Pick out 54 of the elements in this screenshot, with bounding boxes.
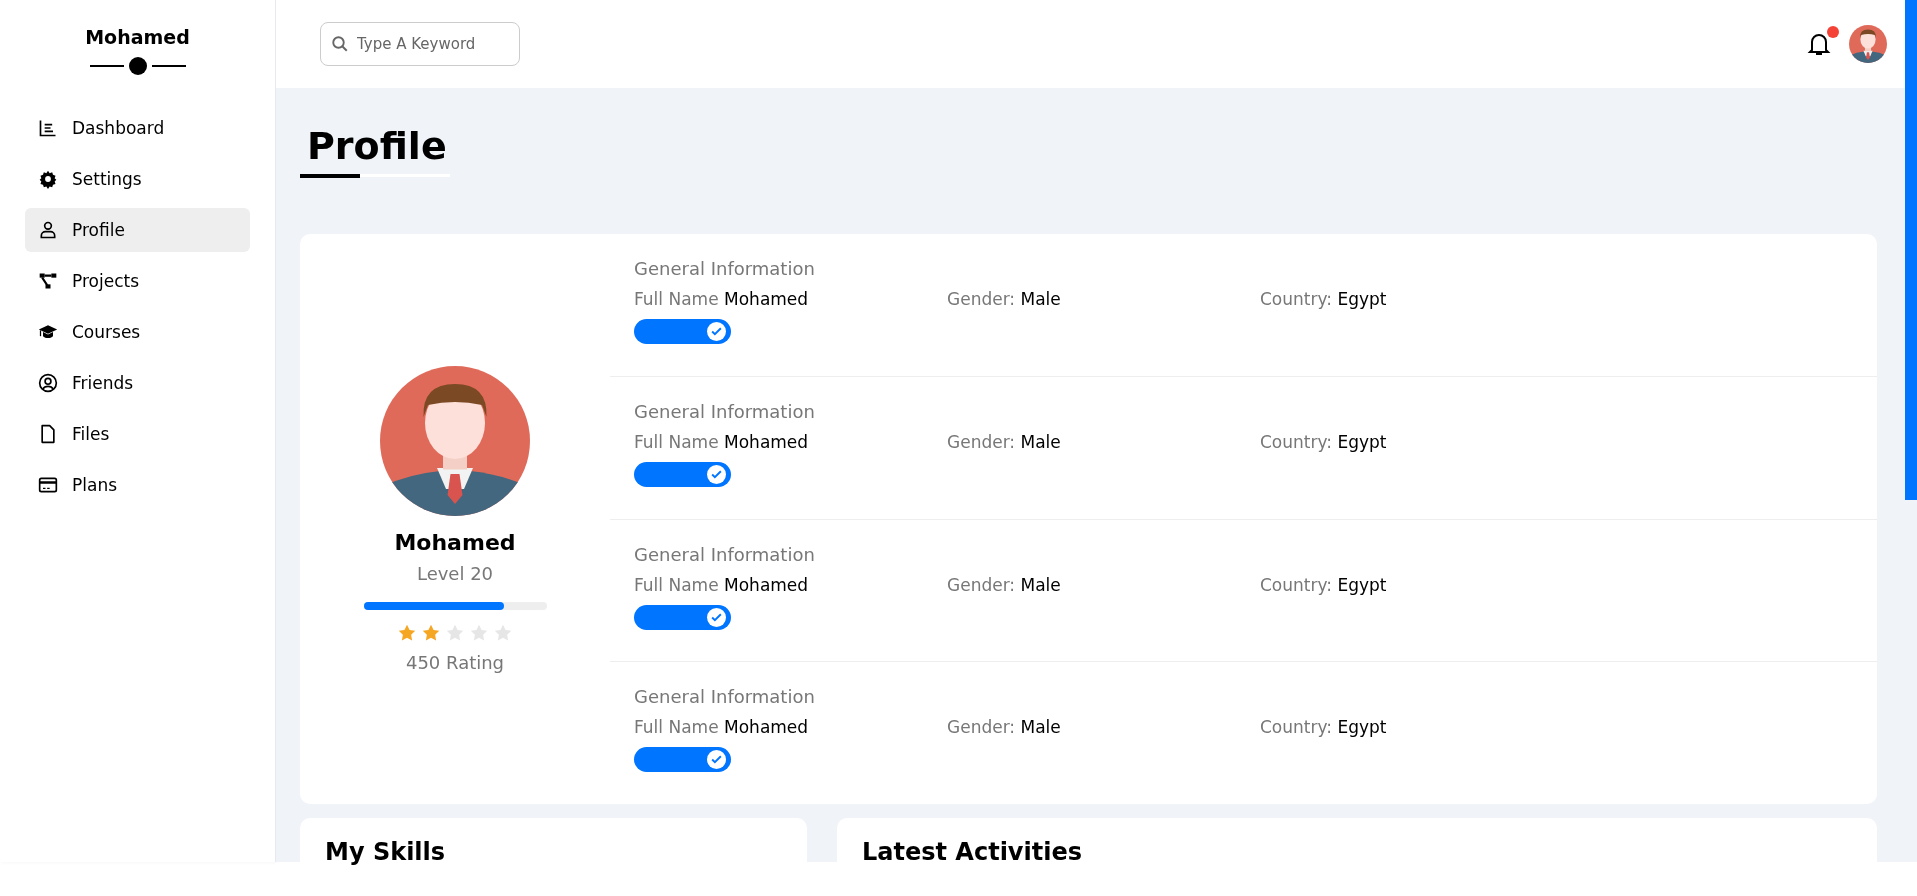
scrollbar-thumb[interactable] <box>1905 0 1917 500</box>
sidebar-item[interactable]: Projects <box>25 259 250 303</box>
toggle-switch[interactable] <box>634 604 731 630</box>
sidebar-item[interactable]: Plans <box>25 463 250 507</box>
info-field: Country: Egypt <box>1260 717 1573 738</box>
sidebar-item[interactable]: Dashboard <box>25 106 250 150</box>
rating-count: 450 Rating <box>405 651 505 673</box>
sidebar-item[interactable]: Profile <box>25 208 250 252</box>
sidebar-item[interactable]: Settings <box>25 157 250 201</box>
sidebar-item[interactable]: Files <box>25 412 250 456</box>
search-field[interactable]: Type A Keyword <box>320 22 520 66</box>
info-field: Full Name Mohamed <box>634 574 947 595</box>
star-icon <box>422 623 440 642</box>
sidebar-item[interactable]: Friends <box>25 361 250 405</box>
info-field: Full Name Mohamed <box>634 431 947 452</box>
profile-level: Level 20 <box>416 562 494 584</box>
info-field: Gender: Male <box>947 717 1260 738</box>
info-field: Full Name Mohamed <box>634 717 947 738</box>
check-icon <box>710 325 723 338</box>
section-title: General Information <box>634 400 816 422</box>
star-icon <box>470 623 488 642</box>
toggle-switch[interactable] <box>634 747 731 773</box>
user-icon <box>38 220 58 240</box>
panel-title: My Skills <box>325 838 447 867</box>
nodes-icon <box>38 271 58 291</box>
info-field: Country: Egypt <box>1260 431 1573 452</box>
notification-bell-icon[interactable] <box>1807 31 1831 57</box>
user-circle-icon <box>38 373 58 393</box>
avatar <box>1849 25 1887 63</box>
info-field: Full Name Mohamed <box>634 289 947 309</box>
settings-icon <box>38 169 58 189</box>
search-icon <box>331 35 349 53</box>
section-title: General Information <box>634 543 816 565</box>
toggle-switch[interactable] <box>634 319 731 344</box>
profile-name: Mohamed <box>394 529 516 555</box>
star-icon <box>398 623 416 642</box>
section-title: General Information <box>634 686 816 708</box>
file-icon <box>38 424 58 444</box>
star-icon <box>494 623 512 642</box>
credit-card-icon <box>38 475 58 495</box>
info-field: Gender: Male <box>947 574 1260 595</box>
info-field: Gender: Male <box>947 289 1260 309</box>
star-icon <box>446 623 464 642</box>
brand-title: Mohamed <box>85 26 190 48</box>
info-field: Country: Egypt <box>1260 289 1573 309</box>
toggle-switch[interactable] <box>634 461 731 487</box>
chart-icon <box>38 118 58 138</box>
sidebar-item[interactable]: Courses <box>25 310 250 354</box>
info-field: Gender: Male <box>947 431 1260 452</box>
info-field: Country: Egypt <box>1260 574 1573 595</box>
user-avatar[interactable] <box>1849 25 1887 63</box>
page-title: Profile <box>307 124 447 170</box>
section-title: General Information <box>634 258 816 279</box>
panel-title: Latest Activities <box>862 838 1083 867</box>
